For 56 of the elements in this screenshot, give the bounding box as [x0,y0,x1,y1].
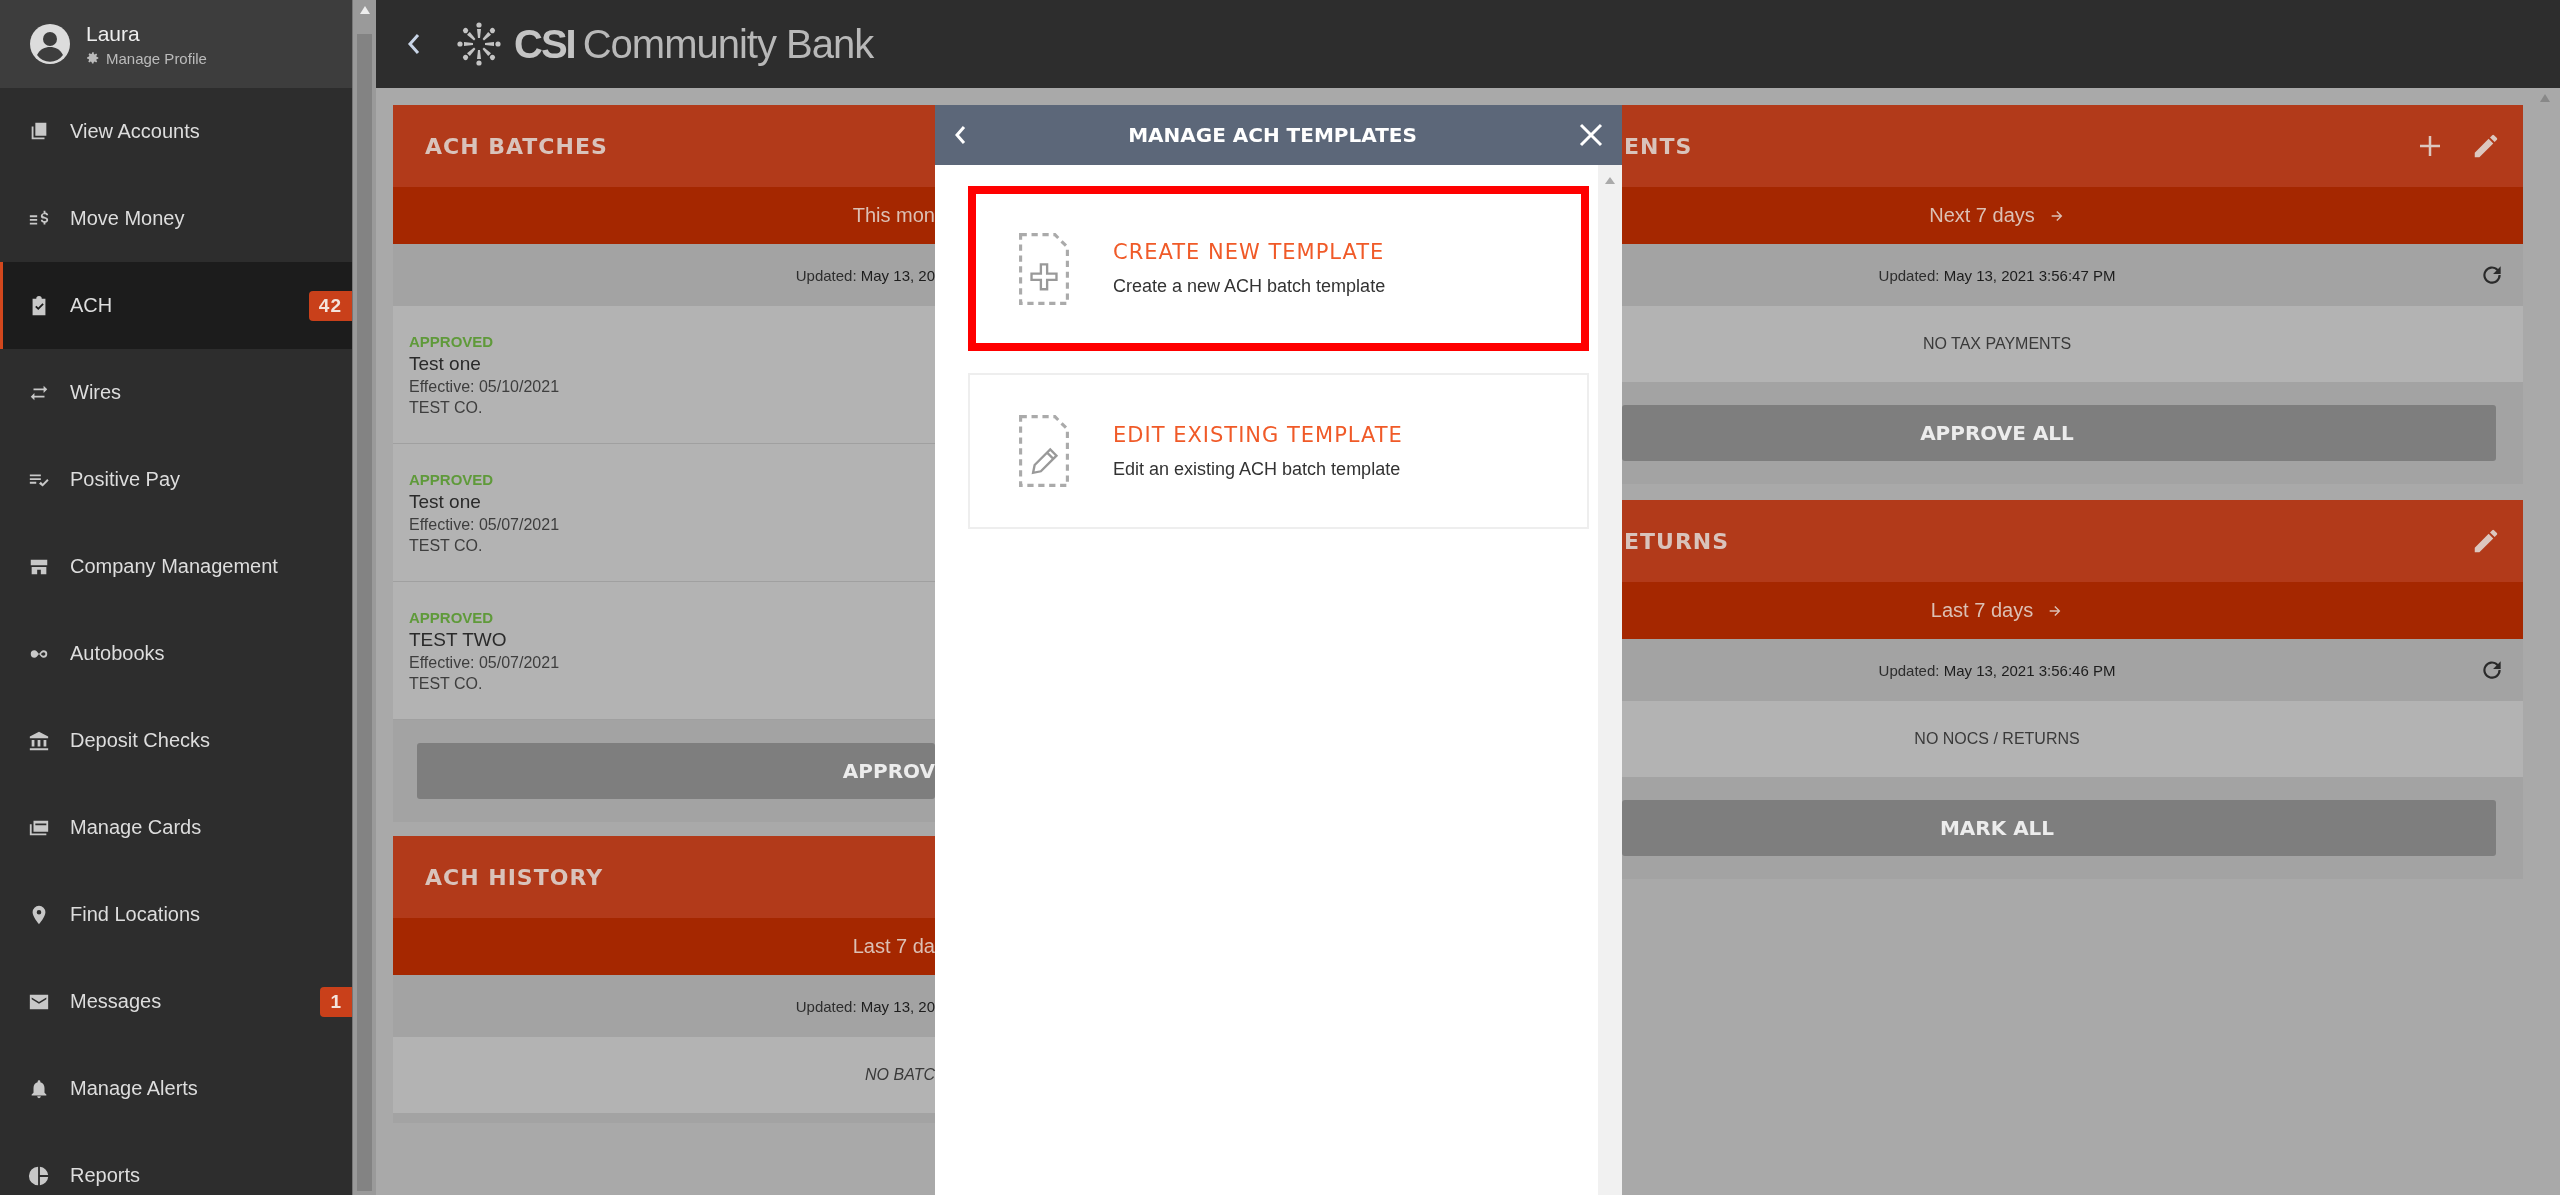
batch-row[interactable]: APPROVED Test one Effective: 05/07/2021 TEST CO. [393,444,935,582]
chevron-left-icon [953,124,967,146]
user-name: Laura [86,21,141,46]
nav-item[interactable]: ACH 42 [0,262,352,349]
company-name: TEST CO. [409,674,484,693]
logo-text: Community Bank [582,21,874,67]
panel-title: ACH HISTORY [425,864,605,890]
bank-icon [28,729,50,752]
panel-title: ACH BATCHES [425,133,609,159]
effective-date: Effective: 05/10/2021 [409,377,561,396]
updated-text: Updated: May 13, 20 [795,266,935,284]
option-description: Edit an existing ACH batch template [1113,458,1402,480]
period-link[interactable]: This mon [393,187,935,244]
scrollbar[interactable] [1598,165,1622,1195]
option-title: CREATE NEW TEMPLATE [1113,240,1386,264]
scroll-up-icon[interactable] [1605,177,1615,184]
batch-row[interactable]: APPROVED TEST TWO Effective: 05/07/2021 TEST CO. [393,582,935,720]
option-description: Create a new ACH batch template [1113,276,1386,297]
logo-icon [456,21,502,67]
empty-message: NO BATC [865,1066,935,1084]
period-link[interactable]: Next 7 days [1622,187,2523,244]
template-option[interactable]: EDIT EXISTING TEMPLATE Edit an existing ACH batch template [968,373,1589,529]
updated-text: Updated: May 13, 2021 3:56:46 PM [1878,661,2116,679]
empty-message: NO NOCS / RETURNS [1914,730,2080,748]
empty-message: NO TAX PAYMENTS [1922,335,2072,353]
scrollbar[interactable] [352,0,376,1195]
company-name: TEST CO. [409,398,484,417]
panel-title: ETURNS [1624,528,1731,554]
updated-text: Updated: May 13, 2021 3:56:47 PM [1878,266,2116,284]
status-label: APPROVED [409,470,495,488]
scroll-up-icon[interactable] [359,6,370,14]
period-link[interactable]: Last 7 da [393,918,935,975]
back-icon[interactable] [406,32,422,56]
option-title: EDIT EXISTING TEMPLATE [1113,422,1403,447]
dialog-title: MANAGE ACH TEMPLATES [1127,123,1418,147]
status-label: APPROVED [409,608,495,626]
panel-title: ENTS [1624,133,1694,159]
batch-name: Test one [409,490,482,513]
batch-name: TEST TWO [409,628,508,651]
template-option[interactable]: CREATE NEW TEMPLATE Create a new ACH batch template [968,186,1589,351]
company-name: TEST CO. [409,536,484,555]
batch-name: Test one [409,352,482,375]
gear-icon [86,51,100,65]
updated-text: Updated: May 13, 20 [795,997,935,1015]
pie-chart-icon [28,1164,50,1187]
close-icon [1578,122,1604,148]
status-label: APPROVED [409,332,495,350]
period-link[interactable]: Last 7 days [1622,582,2523,639]
logo-text: CSI [514,21,575,67]
avatar-icon [30,24,70,64]
manage-profile-link[interactable]: Manage Profile [86,49,207,67]
count-badge: 42 [308,290,352,321]
effective-date: Effective: 05/07/2021 [409,515,561,534]
batch-row[interactable]: APPROVED Test one Effective: 05/10/2021 TEST CO. [393,306,935,444]
count-badge: 1 [320,986,352,1017]
effective-date: Effective: 05/07/2021 [409,653,561,672]
